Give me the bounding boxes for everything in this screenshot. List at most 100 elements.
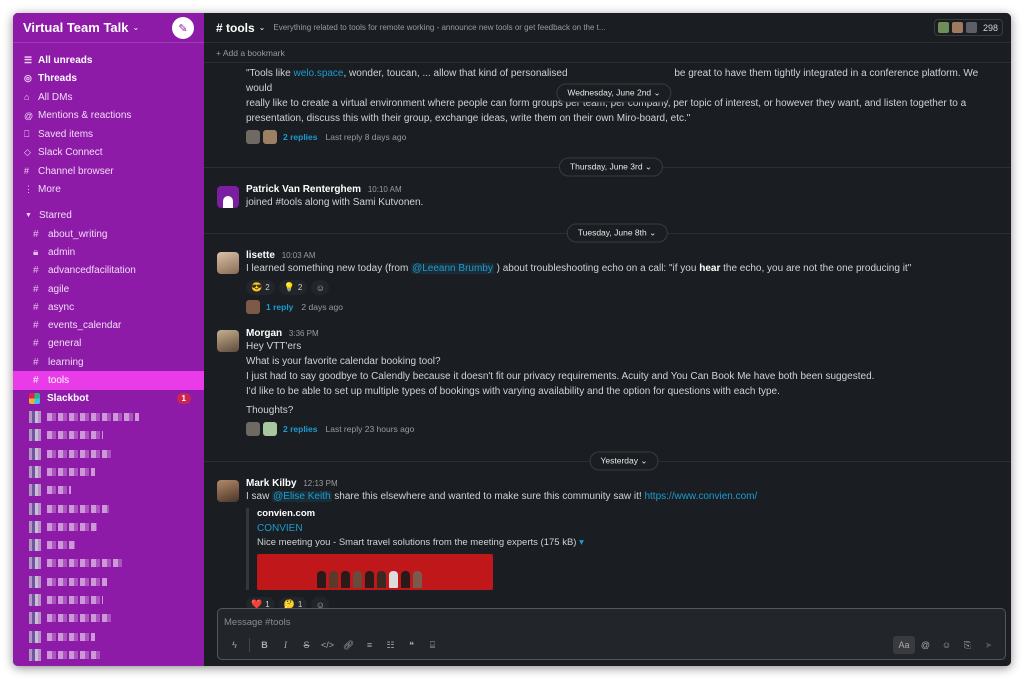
sidebar-channel-admin[interactable]: 🔒︎ admin	[13, 243, 204, 261]
convien-link[interactable]: https://www.convien.com/	[644, 491, 757, 502]
reaction-heart[interactable]: ❤️ 1	[246, 597, 275, 608]
strikethrough-icon[interactable]: S	[296, 636, 317, 654]
workspace-name[interactable]: Virtual Team Talk	[23, 20, 129, 35]
reply-count[interactable]: 1 reply	[266, 302, 293, 312]
nav-all-unreads[interactable]: ☰ All unreads	[13, 51, 204, 70]
date-pill-thursday[interactable]: Thursday, June 3rd ⌄	[558, 157, 664, 177]
user-mention[interactable]: @Leeann Brumby	[411, 263, 494, 274]
blurred-dm[interactable]	[13, 554, 204, 572]
message-author[interactable]: Mark Kilby	[246, 478, 297, 489]
message-time[interactable]: 10:03 AM	[282, 251, 316, 260]
nav-mentions[interactable]: @ Mentions & reactions	[13, 107, 204, 126]
reply-count[interactable]: 2 replies	[283, 132, 318, 142]
message-time[interactable]: 12:13 PM	[303, 479, 337, 488]
blurred-dm[interactable]	[13, 518, 204, 536]
ordered-list-icon[interactable]: ≡	[359, 636, 380, 654]
nav-saved-items[interactable]: ⎕ Saved items	[13, 125, 204, 144]
unfurl-title[interactable]: CONVIEN	[257, 523, 1001, 534]
starred-section-toggle[interactable]: ▼ Starred	[13, 205, 204, 225]
format-toggle-button[interactable]: Aa	[893, 636, 915, 654]
message-author[interactable]: Patrick Van Renterghem	[246, 184, 361, 195]
workspace-header[interactable]: Virtual Team Talk ⌄ ✎	[13, 13, 204, 43]
floating-date-pill[interactable]: Wednesday, June 2nd ⌄	[556, 83, 672, 103]
sidebar-channel-about-writing[interactable]: # about_writing	[13, 225, 204, 243]
blurred-dm[interactable]	[13, 408, 204, 426]
chevron-down-icon[interactable]: ⌄	[133, 23, 140, 32]
italic-icon[interactable]: I	[275, 636, 296, 654]
add-reaction-icon[interactable]: ☺︎	[311, 280, 330, 295]
unfurl-image[interactable]	[257, 554, 493, 590]
blurred-dm[interactable]	[13, 573, 204, 591]
blurred-dm[interactable]	[13, 609, 204, 627]
blurred-dm[interactable]	[13, 463, 204, 481]
blurred-dm[interactable]	[13, 481, 204, 499]
blurred-dm[interactable]	[13, 646, 204, 664]
thread-summary[interactable]: 2 replies Last reply 23 hours ago	[246, 420, 1001, 438]
sidebar-dm-slackbot[interactable]: Slackbot 1	[13, 390, 204, 408]
reaction-sunglasses[interactable]: 😎 2	[246, 280, 275, 295]
code-icon[interactable]: </>	[317, 636, 338, 654]
blurred-dm[interactable]	[13, 499, 204, 517]
bold-icon[interactable]: B	[254, 636, 275, 654]
compose-icon[interactable]: ✎	[172, 17, 194, 39]
reaction-count: 1	[297, 600, 303, 608]
nav-slack-connect[interactable]: ◇ Slack Connect	[13, 144, 204, 163]
sidebar-channel-general[interactable]: # general	[13, 335, 204, 353]
nav-threads[interactable]: ◎ Threads	[13, 70, 204, 89]
user-mention[interactable]: @Elise Keith	[272, 491, 332, 502]
blurred-dm[interactable]	[13, 426, 204, 444]
send-icon[interactable]: ➤	[978, 636, 999, 654]
code-block-icon[interactable]: ⌸	[422, 636, 443, 654]
avatar[interactable]	[217, 330, 239, 352]
thread-summary[interactable]: 1 reply 2 days ago	[246, 298, 1001, 316]
reaction-thinking[interactable]: 🤔 1	[278, 597, 308, 608]
reaction-count: 2	[265, 283, 270, 292]
text-segment: "Tools like	[246, 68, 294, 79]
avatar[interactable]	[217, 186, 239, 208]
blockquote-icon[interactable]: ❝	[401, 636, 422, 654]
date-pill-tuesday[interactable]: Tuesday, June 8th ⌄	[566, 223, 668, 243]
channel-topic[interactable]: Everything related to tools for remote w…	[273, 23, 605, 32]
nav-channel-browser[interactable]: # Channel browser	[13, 162, 204, 181]
nav-more[interactable]: ⋮ More	[13, 181, 204, 200]
member-list-button[interactable]: 298	[933, 19, 1003, 36]
bulleted-list-icon[interactable]: ☷	[380, 636, 401, 654]
channel-title[interactable]: # tools	[216, 21, 255, 35]
sidebar-channel-async[interactable]: # async	[13, 298, 204, 316]
date-pill-yesterday[interactable]: Yesterday ⌄	[589, 451, 659, 471]
blurred-dm[interactable]	[13, 628, 204, 646]
blurred-dm[interactable]	[13, 445, 204, 463]
chevron-down-icon[interactable]: ⌄	[259, 23, 266, 32]
sidebar-channel-advancedfacilitation[interactable]: # advancedfacilitation	[13, 262, 204, 280]
unfurl-site-name[interactable]: convien.com	[257, 508, 1001, 519]
add-reaction-icon[interactable]: ☺︎	[311, 597, 330, 608]
link-icon[interactable]: 🔗︎	[338, 636, 359, 654]
message-time[interactable]: 3:36 PM	[289, 329, 319, 338]
avatar[interactable]	[217, 480, 239, 502]
message-author[interactable]: lisette	[246, 250, 275, 261]
add-bookmark-button[interactable]: + Add a bookmark	[204, 43, 1011, 63]
thread-summary[interactable]: 2 replies Last reply 8 days ago	[246, 128, 1001, 146]
reply-count[interactable]: 2 replies	[283, 424, 318, 434]
message-time[interactable]: 10:10 AM	[368, 185, 402, 194]
emoji-icon[interactable]: ☺︎	[936, 636, 957, 654]
blurred-dm[interactable]	[13, 536, 204, 554]
mention-icon[interactable]: @	[915, 636, 936, 654]
collapse-toggle[interactable]: ▾	[579, 537, 584, 548]
welo-link[interactable]: welo.space	[293, 68, 343, 79]
message-author[interactable]: Morgan	[246, 328, 282, 339]
chevron-down-icon: ⌄	[640, 455, 648, 466]
nav-label: All DMs	[38, 91, 73, 103]
reaction-bulb[interactable]: 💡 2	[278, 280, 308, 295]
sidebar-channel-learning[interactable]: # learning	[13, 353, 204, 371]
nav-all-dms[interactable]: ⌂ All DMs	[13, 88, 204, 107]
sidebar-channel-agile[interactable]: # agile	[13, 280, 204, 298]
attachment-icon[interactable]: ⎘	[957, 636, 978, 654]
message-input[interactable]	[224, 614, 824, 630]
blurred-dm[interactable]	[13, 591, 204, 609]
sidebar-channel-tools[interactable]: # tools	[13, 371, 204, 390]
nav-label: Saved items	[38, 128, 94, 140]
avatar[interactable]	[217, 252, 239, 274]
shortcuts-icon[interactable]: ϟ	[224, 636, 245, 654]
sidebar-channel-events-calendar[interactable]: # events_calendar	[13, 316, 204, 334]
